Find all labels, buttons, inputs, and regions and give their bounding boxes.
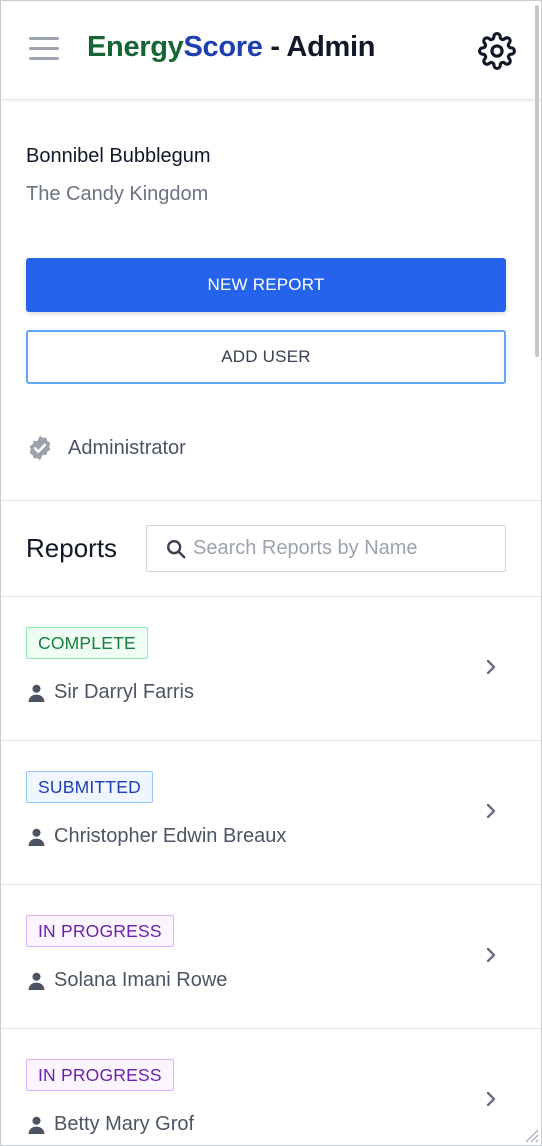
brand-admin-suffix: - Admin <box>262 31 376 63</box>
new-report-button[interactable]: NEW REPORT <box>26 258 506 312</box>
person-name: Betty Mary Grof <box>54 1113 195 1135</box>
person-name: Solana Imani Rowe <box>54 969 228 991</box>
user-name: Bonnibel Bubblegum <box>26 145 211 167</box>
add-user-button[interactable]: ADD USER <box>26 330 506 384</box>
person-icon <box>28 1116 45 1134</box>
app-window: EnergyScore - Admin Bonnibel Bubblegum T… <box>0 0 542 1146</box>
person-icon <box>28 684 45 702</box>
person-icon <box>28 828 45 846</box>
reports-title: Reports <box>26 533 118 563</box>
status-badge: IN PROGRESS <box>26 915 174 947</box>
status-badge: SUBMITTED <box>26 771 153 803</box>
search-box <box>146 525 506 572</box>
report-person: Christopher Edwin Breaux <box>28 825 286 848</box>
search-input[interactable] <box>193 526 499 571</box>
report-person: Sir Darryl Farris <box>28 681 194 704</box>
profile-section: Bonnibel Bubblegum The Candy Kingdom NEW… <box>1 101 541 501</box>
reports-header: Reports <box>1 501 541 597</box>
report-person: Betty Mary Grof <box>28 1113 194 1136</box>
scrollbar[interactable] <box>535 5 539 357</box>
chevron-right-icon <box>486 947 496 963</box>
chevron-right-icon <box>486 803 496 819</box>
person-icon <box>28 972 45 990</box>
hamburger-menu-icon[interactable] <box>29 37 59 63</box>
verified-badge-icon <box>29 435 51 461</box>
status-badge: COMPLETE <box>26 627 148 659</box>
brand-score: Score <box>183 31 263 63</box>
chevron-right-icon <box>486 1091 496 1107</box>
person-name: Christopher Edwin Breaux <box>54 825 287 847</box>
app-title: EnergyScore - Admin <box>87 31 375 64</box>
report-row[interactable]: IN PROGRESS Solana Imani Rowe <box>1 885 541 1029</box>
report-row[interactable]: COMPLETE Sir Darryl Farris <box>1 597 541 741</box>
role-indicator: Administrator <box>26 434 186 462</box>
person-name: Sir Darryl Farris <box>54 681 194 703</box>
gear-icon[interactable] <box>478 32 516 70</box>
resize-grip-icon[interactable] <box>521 1125 539 1143</box>
report-row[interactable]: SUBMITTED Christopher Edwin Breaux <box>1 741 541 885</box>
brand-energy: Energy <box>87 31 184 63</box>
role-label: Administrator <box>68 436 186 459</box>
chevron-right-icon <box>486 659 496 675</box>
organization-name: The Candy Kingdom <box>26 183 209 205</box>
status-badge: IN PROGRESS <box>26 1059 174 1091</box>
report-row[interactable]: IN PROGRESS Betty Mary Grof <box>1 1029 541 1145</box>
report-person: Solana Imani Rowe <box>28 969 227 992</box>
top-app-bar: EnergyScore - Admin <box>1 1 541 100</box>
search-icon <box>167 540 186 559</box>
